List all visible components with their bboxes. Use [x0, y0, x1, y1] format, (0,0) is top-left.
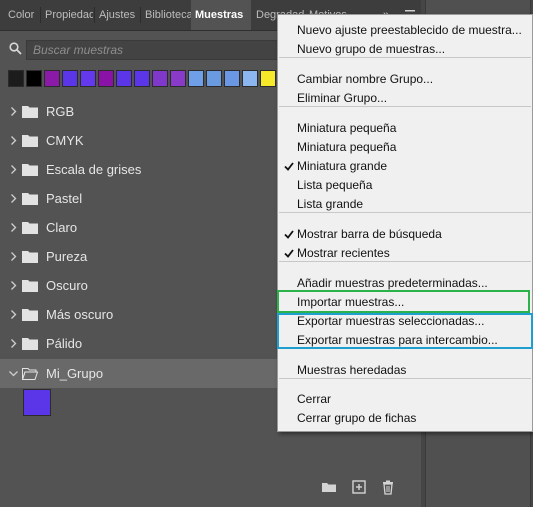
- recent-swatch[interactable]: [170, 70, 186, 87]
- new-group-folder-icon[interactable]: [321, 479, 337, 495]
- menu-close-tab-group[interactable]: Cerrar grupo de fichas: [278, 409, 532, 428]
- chevron-right-icon[interactable]: [8, 251, 19, 265]
- trash-icon[interactable]: [380, 479, 396, 495]
- chevron-right-icon[interactable]: [8, 193, 19, 207]
- menu-item-label: Miniatura pequeña: [297, 140, 397, 154]
- chevron-right-icon[interactable]: [8, 106, 19, 120]
- swatch-group-label: Pastel: [46, 191, 83, 206]
- folder-icon: [22, 164, 38, 176]
- menu-item-label: Lista pequeña: [297, 178, 373, 192]
- menu-separator: [279, 57, 531, 58]
- swatch-group-label: Escala de grises: [46, 162, 142, 177]
- folder-icon: [22, 251, 38, 263]
- swatch-group-label: Más oscuro: [46, 307, 114, 322]
- recent-swatch[interactable]: [98, 70, 114, 87]
- new-swatch-icon[interactable]: [351, 479, 367, 495]
- recent-swatch[interactable]: [152, 70, 168, 87]
- folder-icon: [22, 280, 38, 292]
- folder-icon: [22, 222, 38, 234]
- menu-large-thumbnail[interactable]: Miniatura grande: [278, 157, 532, 176]
- menu-item-label: Cerrar: [297, 392, 332, 406]
- recent-swatch[interactable]: [44, 70, 60, 87]
- menu-small-list[interactable]: Lista pequeña: [278, 176, 532, 195]
- chevron-down-icon[interactable]: [8, 368, 19, 382]
- menu-separator: [279, 378, 531, 379]
- chevron-right-icon[interactable]: [8, 222, 19, 236]
- swatch-group-label: Pureza: [46, 249, 88, 264]
- menu-small-thumbnail-2[interactable]: Miniatura pequeña: [278, 138, 532, 157]
- checkmark-icon: [284, 244, 294, 270]
- tab-swatches[interactable]: Muestras: [191, 0, 251, 30]
- panel-flyout-menu: Nuevo ajuste preestablecido de muestra..…: [277, 14, 533, 432]
- swatch-group-label: Claro: [46, 220, 78, 235]
- recent-swatch[interactable]: [62, 70, 78, 87]
- tab-properties[interactable]: Propiedades: [41, 0, 93, 30]
- highlight-import-swatches: [277, 290, 530, 313]
- swatch-group-label: Pálido: [46, 336, 83, 351]
- recent-swatch[interactable]: [80, 70, 96, 87]
- recent-swatch[interactable]: [260, 70, 276, 87]
- menu-item-label: Nuevo ajuste preestablecido de muestra..…: [297, 23, 522, 37]
- chevron-right-icon[interactable]: [8, 309, 19, 323]
- search-bar: Buscar muestras: [6, 40, 296, 60]
- menu-separator: [279, 261, 531, 262]
- folder-icon: [22, 338, 38, 350]
- folder-icon: [22, 135, 38, 147]
- swatch-group-label: Mi_Grupo: [46, 366, 104, 381]
- folder-icon: [22, 309, 38, 321]
- recent-swatch[interactable]: [224, 70, 240, 87]
- panel-footer: [0, 474, 421, 500]
- tab-libraries[interactable]: Bibliotecas: [141, 0, 191, 30]
- recent-swatch[interactable]: [188, 70, 204, 87]
- menu-separator: [279, 106, 531, 107]
- swatch-group-label: CMYK: [46, 133, 84, 148]
- recent-swatch[interactable]: [206, 70, 222, 87]
- recent-swatch[interactable]: [116, 70, 132, 87]
- menu-item-label: Miniatura grande: [297, 159, 388, 173]
- recent-swatch[interactable]: [134, 70, 150, 87]
- search-input[interactable]: Buscar muestras: [26, 40, 296, 60]
- folder-icon: [22, 193, 38, 205]
- swatch-mi-grupo-color[interactable]: [23, 389, 51, 416]
- menu-new-swatch-preset[interactable]: Nuevo ajuste preestablecido de muestra..…: [278, 21, 532, 40]
- recent-swatch[interactable]: [242, 70, 258, 87]
- menu-item-label: Cerrar grupo de fichas: [297, 411, 417, 425]
- chevron-right-icon[interactable]: [8, 135, 19, 149]
- recent-swatch[interactable]: [8, 70, 24, 87]
- chevron-right-icon[interactable]: [8, 280, 19, 294]
- highlight-export-swatches: [277, 313, 533, 349]
- menu-small-thumbnail[interactable]: Miniatura pequeña: [278, 119, 532, 138]
- menu-item-label: Cambiar nombre Grupo...: [297, 72, 434, 86]
- menu-item-label: Mostrar barra de búsqueda: [297, 227, 442, 241]
- menu-item-label: Miniatura pequeña: [297, 121, 397, 135]
- tab-adjustments[interactable]: Ajustes: [95, 0, 139, 30]
- folder-icon: [22, 106, 38, 118]
- menu-show-search-bar[interactable]: Mostrar barra de búsqueda: [278, 225, 532, 244]
- menu-separator: [279, 212, 531, 213]
- menu-close[interactable]: Cerrar: [278, 390, 532, 409]
- menu-rename-group[interactable]: Cambiar nombre Grupo...: [278, 70, 532, 89]
- tab-color[interactable]: Color: [4, 0, 38, 30]
- folder-open-icon: [22, 368, 38, 380]
- swatch-group-label: RGB: [46, 104, 75, 119]
- chevron-right-icon[interactable]: [8, 338, 19, 352]
- recent-swatch[interactable]: [26, 70, 42, 87]
- swatch-group-label: Oscuro: [46, 278, 88, 293]
- chevron-right-icon[interactable]: [8, 164, 19, 178]
- search-icon: [9, 42, 22, 55]
